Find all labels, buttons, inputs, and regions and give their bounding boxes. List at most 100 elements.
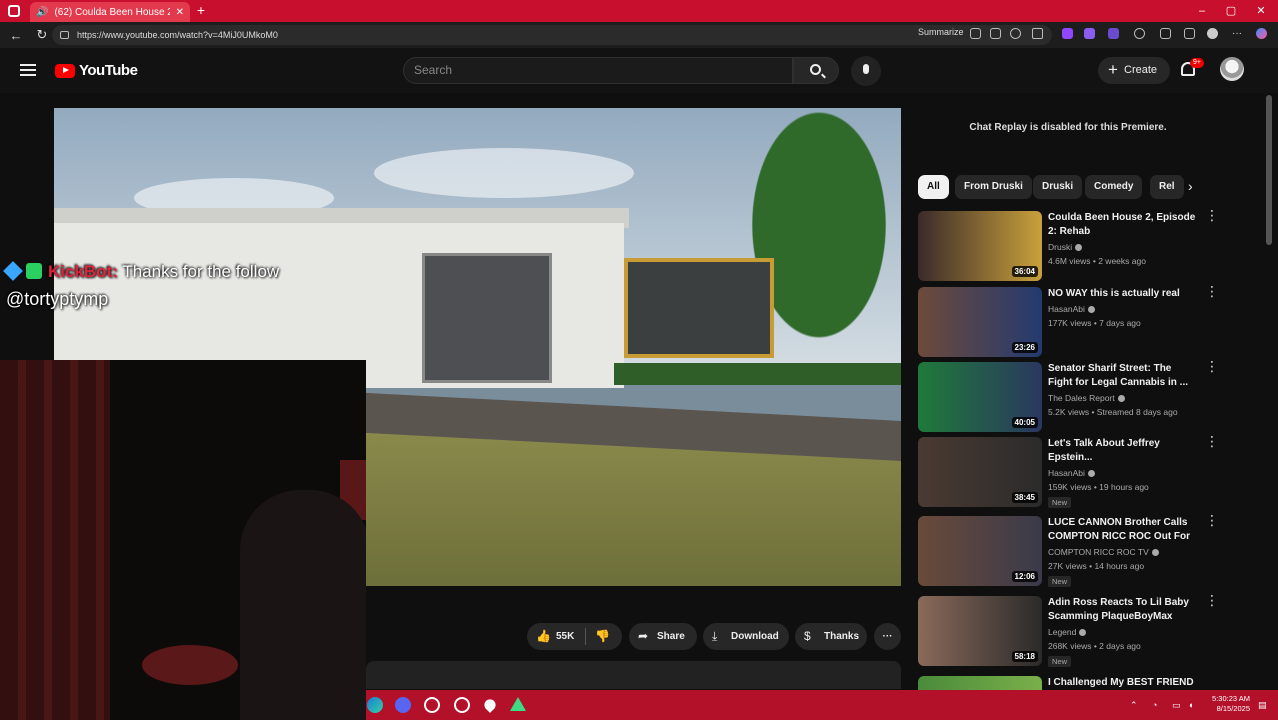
- more-actions-button[interactable]: ···: [874, 623, 901, 650]
- scrollbar-thumb[interactable]: [1266, 95, 1272, 245]
- url-field[interactable]: https://www.youtube.com/watch?v=4MiJ0UMk…: [52, 25, 1052, 45]
- share-button[interactable]: ➦ Share: [629, 623, 697, 650]
- video-thumbnail[interactable]: 12:06: [918, 516, 1042, 586]
- more-vert-icon[interactable]: [1205, 289, 1209, 294]
- more-vert-icon[interactable]: [1205, 518, 1209, 523]
- recommendation-item[interactable]: 23:26 NO WAY this is actually real HasanAb…: [918, 287, 1218, 359]
- drop-taskbar-icon[interactable]: [482, 697, 498, 713]
- taskbar-clock[interactable]: 5:30:23 AM 8/15/2025: [1204, 694, 1250, 714]
- thanks-button[interactable]: $ Thanks: [795, 623, 867, 650]
- summarize-button[interactable]: Summarize: [918, 27, 964, 37]
- extension-icon[interactable]: [1084, 28, 1095, 39]
- speaker-tray-icon[interactable]: ▭: [1172, 700, 1181, 711]
- chip-comedy[interactable]: Comedy: [1085, 175, 1143, 199]
- sidebar-scrollbar[interactable]: [1266, 90, 1272, 680]
- chevron-right-icon[interactable]: ›: [1188, 178, 1193, 194]
- extensions-icon[interactable]: [1160, 28, 1171, 39]
- edge-taskbar-icon[interactable]: [367, 697, 383, 713]
- chip-all[interactable]: All: [918, 175, 949, 199]
- video-title[interactable]: I Challenged My BEST FRIEND: [1048, 676, 1198, 690]
- more-vert-icon[interactable]: [1205, 364, 1209, 369]
- share-label: Share: [657, 631, 685, 642]
- browser-tab-active[interactable]: 🔊 (62) Coulda Been House 2, E ✕: [30, 2, 190, 22]
- youtube-logo[interactable]: YouTube: [55, 62, 138, 79]
- channel-name[interactable]: Legend: [1048, 627, 1087, 637]
- video-title[interactable]: Let's Talk About Jeffrey Epstein...: [1048, 437, 1198, 465]
- channel-name[interactable]: Druski: [1048, 242, 1083, 252]
- browser-menu-icon[interactable]: [8, 5, 20, 17]
- minimize-button[interactable]: –: [1190, 2, 1214, 20]
- video-meta: 268K views • 2 days ago: [1048, 641, 1141, 651]
- like-dislike-group: 👍 55K 👎: [527, 623, 622, 650]
- twitch-extension-icon[interactable]: [1062, 28, 1073, 39]
- recommendation-item[interactable]: 38:45 Let's Talk About Jeffrey Epstein...…: [918, 437, 1218, 509]
- obs-taskbar-icon[interactable]: [454, 697, 470, 713]
- discord-taskbar-icon[interactable]: [395, 697, 411, 713]
- video-thumbnail[interactable]: 36:04: [918, 211, 1042, 281]
- recommendation-item[interactable]: 40:05 Senator Sharif Street: The Fight fo…: [918, 362, 1218, 434]
- channel-name-text: HasanAbi: [1048, 468, 1085, 478]
- like-count[interactable]: 55K: [556, 623, 574, 650]
- search-input[interactable]: Search: [403, 57, 793, 84]
- thumbs-up-icon[interactable]: 👍: [536, 623, 551, 650]
- notification-center-icon[interactable]: ▤: [1258, 700, 1267, 711]
- maximize-button[interactable]: ▢: [1219, 2, 1243, 20]
- chip-from-druski[interactable]: From Druski: [955, 175, 1032, 199]
- video-title[interactable]: Coulda Been House 2, Episode 2: Rehab: [1048, 211, 1198, 239]
- channel-name[interactable]: HasanAbi: [1048, 468, 1095, 478]
- create-button[interactable]: Create: [1098, 56, 1170, 84]
- video-title[interactable]: Adin Ross Reacts To Lil Baby Scamming Pl…: [1048, 596, 1198, 624]
- favorite-icon[interactable]: [1032, 28, 1043, 39]
- speaker-icon[interactable]: 🔊: [36, 7, 48, 18]
- video-thumbnail[interactable]: 38:45: [918, 437, 1042, 507]
- extension-icon-2[interactable]: [1108, 28, 1119, 39]
- new-tab-button[interactable]: +: [194, 3, 208, 17]
- volume-icon[interactable]: ◖: [1188, 700, 1193, 710]
- search-button[interactable]: [793, 57, 839, 84]
- description-box[interactable]: [366, 661, 901, 689]
- channel-name[interactable]: The Dales Report: [1048, 393, 1125, 403]
- avatar[interactable]: [1220, 57, 1244, 81]
- channel-name[interactable]: HasanAbi: [1048, 304, 1095, 314]
- video-title[interactable]: LUCE CANNON Brother Calls COMPTON RICC R…: [1048, 516, 1198, 544]
- recommendation-item[interactable]: 12:06 LUCE CANNON Brother Calls COMPTON R…: [918, 516, 1218, 588]
- alert-bot-name: KickBot:: [48, 262, 118, 281]
- video-thumbnail[interactable]: 40:05: [918, 362, 1042, 432]
- voice-search-button[interactable]: [851, 56, 881, 86]
- reader-icon[interactable]: [990, 28, 1001, 39]
- reload-icon[interactable]: ↻: [32, 27, 52, 43]
- address-bar: ← ↻ https://www.youtube.com/watch?v=4MiJ…: [0, 22, 1278, 48]
- more-vert-icon[interactable]: [1205, 439, 1209, 444]
- video-title[interactable]: Senator Sharif Street: The Fight for Leg…: [1048, 362, 1198, 390]
- chevron-up-icon[interactable]: ⌃: [1130, 700, 1138, 711]
- thumbs-down-icon[interactable]: 👎: [595, 623, 610, 650]
- webcam-overlay: [0, 360, 366, 720]
- verified-icon: [1151, 549, 1159, 556]
- recommendation-item[interactable]: 58:18 Adin Ross Reacts To Lil Baby Scammi…: [918, 596, 1218, 668]
- wifi-icon[interactable]: ◔: [1152, 700, 1157, 710]
- close-tab-icon[interactable]: ✕: [176, 7, 184, 18]
- more-vert-icon[interactable]: [1205, 598, 1209, 603]
- collections-icon[interactable]: [1184, 28, 1195, 39]
- video-thumbnail[interactable]: 58:18: [918, 596, 1042, 666]
- chip-druski[interactable]: Druski: [1033, 175, 1083, 199]
- video-title[interactable]: NO WAY this is actually real: [1048, 287, 1198, 301]
- copilot-icon[interactable]: [1134, 28, 1145, 39]
- zoom-icon[interactable]: [1010, 28, 1021, 39]
- more-vert-icon[interactable]: [1205, 213, 1209, 218]
- video-thumbnail[interactable]: 23:26: [918, 287, 1042, 357]
- recommendation-item[interactable]: 36:04 Coulda Been House 2, Episode 2: Reh…: [918, 211, 1218, 283]
- copilot-sidebar-icon[interactable]: [1256, 28, 1267, 39]
- app-taskbar-icon[interactable]: [424, 697, 440, 713]
- menu-icon[interactable]: [20, 64, 36, 76]
- back-icon[interactable]: ←: [6, 28, 26, 43]
- channel-name[interactable]: COMPTON RICC ROC TV: [1048, 547, 1159, 557]
- read-aloud-icon[interactable]: [970, 28, 981, 39]
- more-options-icon[interactable]: ···: [1232, 28, 1243, 39]
- profile-icon[interactable]: [1207, 28, 1218, 39]
- chip-rel[interactable]: Rel: [1150, 175, 1184, 199]
- close-window-button[interactable]: ✕: [1249, 2, 1273, 20]
- video-duration: 58:18: [1011, 651, 1038, 662]
- triangle-taskbar-icon[interactable]: [510, 697, 526, 711]
- download-button[interactable]: ⤓ Download: [703, 623, 789, 650]
